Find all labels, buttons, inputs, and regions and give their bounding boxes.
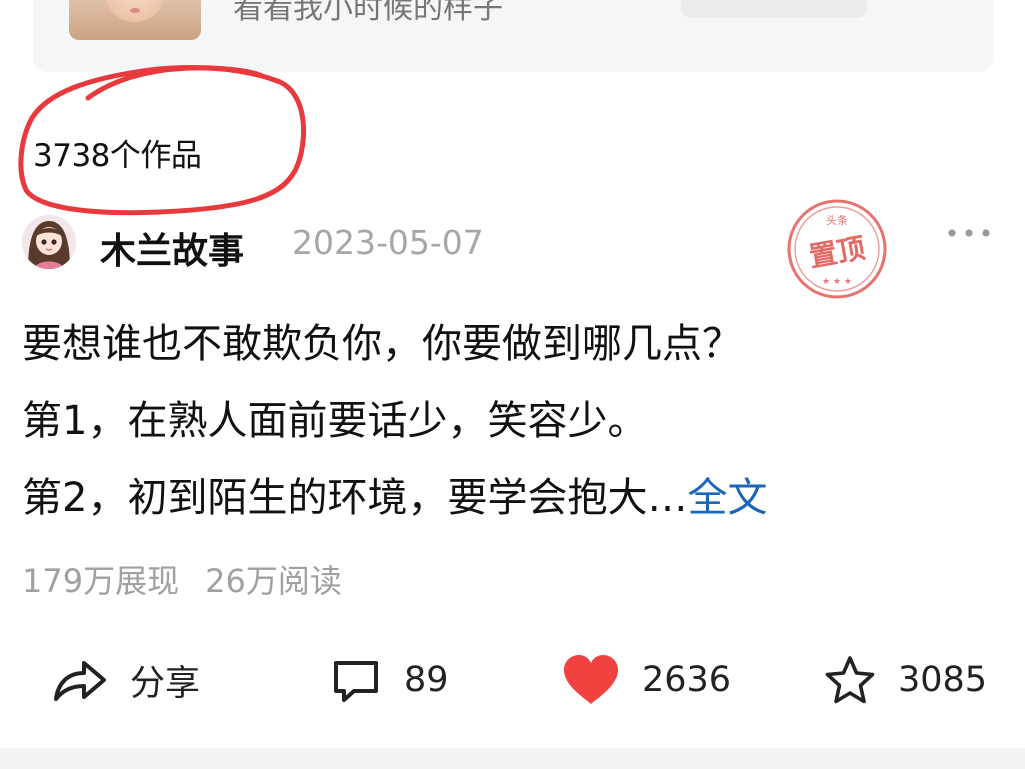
like-count: 2636 — [642, 660, 732, 700]
like-button[interactable]: 2636 — [562, 640, 731, 720]
post-line: 要想谁也不敢欺负你，你要做到哪几点？ — [22, 321, 742, 367]
bottom-divider — [0, 748, 1025, 769]
more-icon[interactable] — [944, 218, 994, 248]
stamp-small-text: 头条 — [826, 213, 848, 227]
author-name[interactable]: 木兰故事 — [100, 222, 244, 274]
card-caption: 看看我小时候的样子 — [233, 0, 503, 26]
star-icon — [825, 656, 875, 704]
full-text-link[interactable]: 全文 — [687, 475, 767, 521]
comment-button[interactable]: 89 — [330, 640, 449, 720]
favorite-button[interactable]: 3085 — [824, 640, 987, 720]
post-line-last: 第2，初到陌生的环境，要学会抱大…全文 — [22, 475, 768, 521]
share-button[interactable]: 分享 — [52, 640, 200, 720]
comment-icon — [334, 661, 378, 702]
works-count: 3738个作品 — [33, 138, 202, 174]
favorite-count: 3085 — [898, 660, 988, 700]
recommended-card[interactable]: 看看我小时候的样子 — [33, 0, 993, 72]
action-bar: 分享 89 2636 3085 — [0, 640, 1025, 720]
post-content[interactable]: 要想谁也不敢欺负你，你要做到哪几点？ 第1，在熟人面前要话少，笑容少。 第2，初… — [22, 306, 1012, 537]
share-label: 分享 — [130, 663, 201, 704]
author-avatar[interactable] — [22, 215, 76, 269]
post-stats: 179万展现 26万阅读 — [22, 556, 342, 602]
comment-count: 89 — [404, 660, 449, 700]
reads-count: 26万阅读 — [205, 562, 342, 600]
post-date: 2023-05-07 — [292, 223, 484, 262]
heart-icon — [564, 655, 618, 704]
post-header: 木兰故事 2023-05-07 头条 置顶 ★ ★ ★ — [22, 199, 1002, 299]
impressions-count: 179万展现 — [22, 562, 180, 600]
stamp-main-text: 置顶 — [807, 231, 868, 273]
pinned-stamp-icon: 头条 置顶 ★ ★ ★ — [787, 199, 887, 299]
card-action-pill[interactable] — [681, 0, 867, 18]
thumbnail-image — [69, 0, 201, 40]
svg-text:★ ★ ★: ★ ★ ★ — [822, 277, 852, 287]
post-line: 第1，在熟人面前要话少，笑容少。 — [22, 398, 648, 444]
share-icon — [54, 661, 106, 701]
